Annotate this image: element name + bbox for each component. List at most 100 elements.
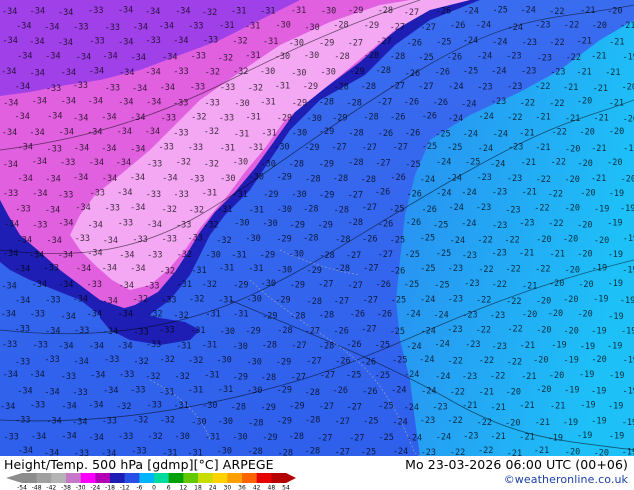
temperature-label: -33 [75, 234, 90, 244]
temperature-label: -31 [188, 385, 203, 395]
temperature-label: -21 [521, 372, 536, 382]
temperature-label: -26 [350, 309, 365, 319]
temperature-label: -33 [176, 220, 191, 230]
temperature-label: -29 [245, 327, 260, 337]
temperature-label: -28 [333, 21, 348, 31]
temperature-label: -33 [118, 432, 133, 442]
temperature-label: -31 [249, 206, 264, 216]
temperature-label: -20 [536, 325, 551, 335]
temperature-label: -30 [232, 433, 247, 443]
temperature-label: -34 [118, 309, 133, 319]
temperature-label: -20 [536, 296, 551, 306]
temperature-label: -34 [32, 280, 47, 290]
temperature-label: -27 [348, 281, 363, 291]
temperature-label: -34 [15, 82, 30, 92]
temperature-label: -27 [376, 37, 391, 47]
temperature-label: -29 [319, 127, 334, 137]
temperature-label: -34 [46, 416, 61, 426]
temperature-label: -34 [87, 249, 102, 259]
temperature-label: -33 [15, 325, 30, 335]
temperature-label: -34 [61, 97, 76, 107]
legend-tick-label: -18 [105, 485, 115, 490]
temperature-label: -26 [334, 327, 349, 337]
legend-swatch [139, 473, 155, 483]
temperature-label: -31 [248, 264, 263, 274]
temperature-label: -33 [32, 221, 47, 231]
temperature-label: -31 [234, 130, 249, 140]
weather-map[interactable]: -34 -34 -34 -33 -34 -34 -34 -32 -31 -31 -31 -30 -29-… [0, 0, 634, 456]
temperature-label: -34 [30, 69, 45, 79]
temperature-label: -26 [433, 98, 448, 108]
temperature-label: -34 [162, 174, 177, 184]
temperature-label: -34 [58, 8, 73, 18]
temperature-label: -33 [205, 99, 220, 109]
temperature-label: -19 [580, 400, 595, 410]
temperature-label: -20 [591, 355, 606, 365]
temperature-label: -30 [247, 295, 262, 305]
temperature-label: -31 [191, 266, 206, 276]
temperature-label: -34 [103, 236, 118, 246]
temperature-label: -22 [551, 157, 566, 167]
temperature-label: -25 [392, 356, 407, 366]
temperature-label: -33 [144, 282, 159, 292]
temperature-label: -29 [276, 235, 291, 245]
temperature-label: -34 [3, 249, 18, 259]
temperature-label: -33 [44, 355, 59, 365]
temperature-label: -24 [461, 188, 476, 198]
temperature-label: -27 [319, 402, 334, 412]
temperature-label: -21 [620, 21, 634, 31]
temperature-label: -34 [45, 52, 60, 62]
temperature-label: -28 [361, 175, 376, 185]
temperature-label: -33 [74, 449, 89, 456]
temperature-label: -33 [220, 83, 235, 93]
temperature-label: -34 [61, 402, 76, 412]
temperature-label: -34 [45, 327, 60, 337]
temperature-label: -34 [58, 250, 73, 260]
temperature-label: -22 [478, 265, 493, 275]
temperature-label: -30 [234, 219, 249, 229]
temperature-label: -34 [160, 83, 175, 93]
temperature-label: -34 [118, 38, 133, 48]
temperature-label: -33 [15, 205, 30, 215]
temperature-label: -28 [305, 446, 320, 456]
temperature-label: -25 [378, 401, 393, 411]
temperature-label: -19 [607, 219, 622, 229]
temperature-label: -19 [621, 327, 634, 337]
temperature-label: -26 [333, 386, 348, 396]
temperature-label: -23 [462, 372, 477, 382]
temperature-label: -27 [318, 280, 333, 290]
temperature-label: -22 [507, 357, 522, 367]
temperature-label: -33 [191, 51, 206, 61]
temperature-label: -27 [306, 357, 321, 367]
temperature-label: -32 [204, 127, 219, 137]
temperature-label: -27 [378, 250, 393, 260]
credit-link[interactable]: ©weatheronline.co.uk [504, 473, 628, 486]
temperature-label: -27 [305, 327, 320, 337]
temperature-label: -33 [104, 355, 119, 365]
temperature-label: -22 [535, 264, 550, 274]
temperature-label: -30 [262, 219, 277, 229]
temperature-label: -33 [30, 310, 45, 320]
temperature-label: -24 [419, 355, 434, 365]
temperature-label: -26 [407, 38, 422, 48]
temperature-label: -28 [319, 310, 334, 320]
temperature-label: -31 [205, 433, 220, 443]
temperature-label: -34 [102, 51, 117, 61]
temperature-label: -21 [522, 282, 537, 292]
legend-arrow-left [6, 473, 22, 483]
temperature-label: -20 [533, 356, 548, 366]
temperature-label: -19 [608, 279, 623, 289]
temperature-label: -33 [60, 158, 75, 168]
temperature-label: -28 [348, 218, 363, 228]
temperature-label: -20 [536, 235, 551, 245]
temperature-label: -19 [608, 402, 623, 412]
temperature-label: -27 [320, 371, 335, 381]
temperature-label: -34 [59, 127, 74, 137]
legend-swatch [36, 473, 52, 483]
temperature-label: -24 [405, 310, 420, 320]
temperature-label: -25 [379, 433, 394, 443]
temperature-label: -19 [591, 416, 606, 426]
temperature-label: -30 [304, 23, 319, 33]
temperature-label: -26 [346, 340, 361, 350]
temperature-label: -24 [448, 114, 463, 124]
